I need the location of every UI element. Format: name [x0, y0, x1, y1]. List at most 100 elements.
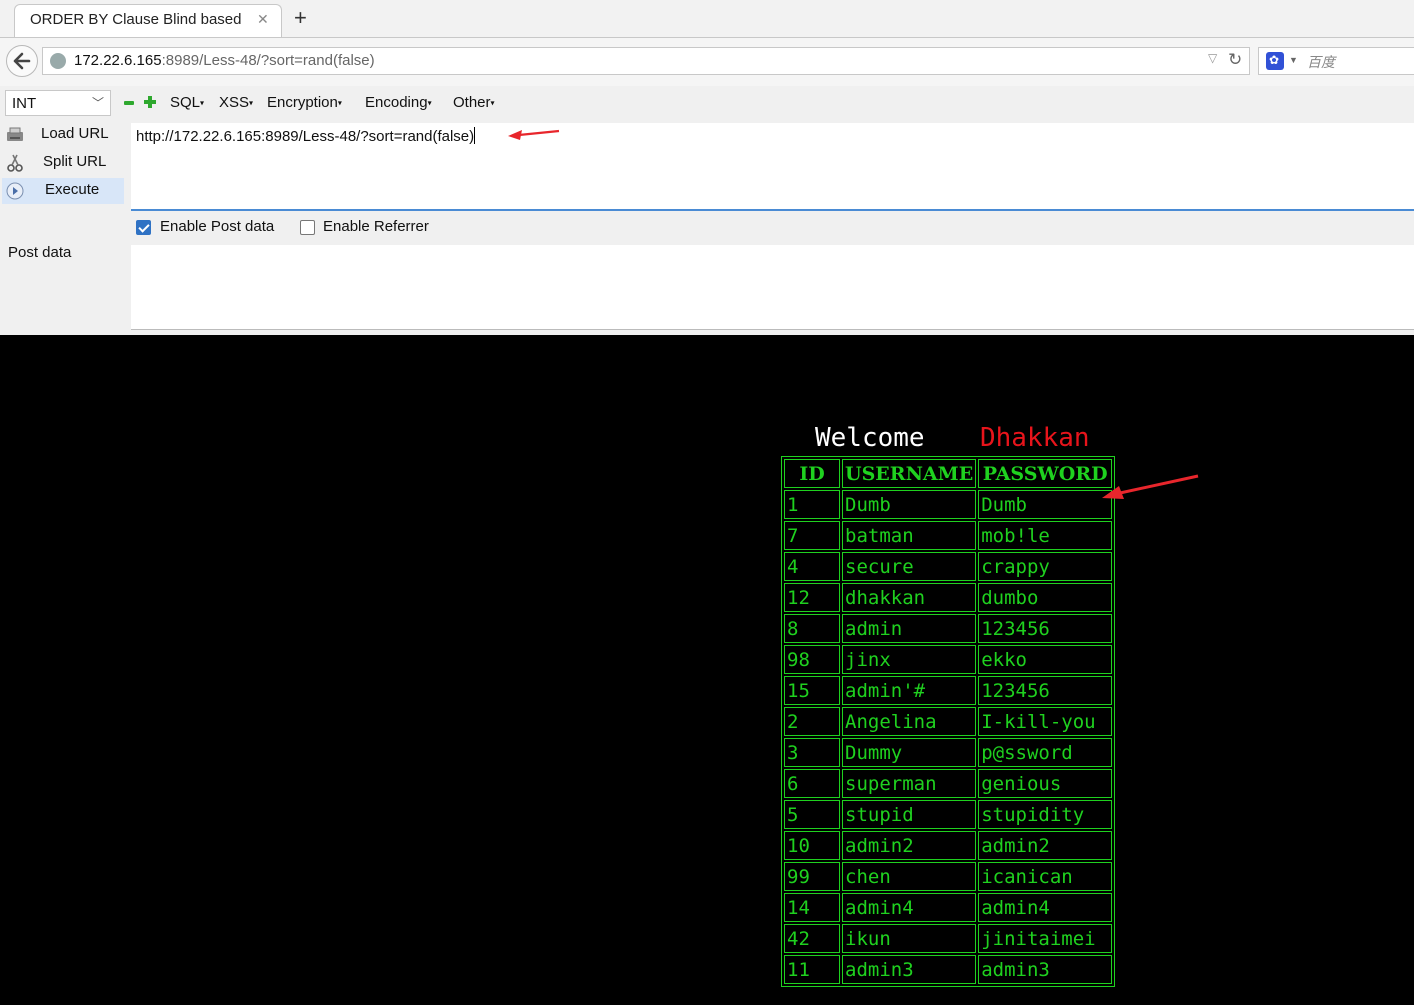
browser-tab[interactable]: ORDER BY Clause Blind based ✕	[14, 4, 282, 37]
back-button[interactable]	[6, 45, 38, 77]
cell-username: stupid	[842, 800, 977, 829]
menu-other[interactable]: Other▾	[453, 94, 495, 111]
cell-id: 6	[784, 769, 840, 798]
cell-username: Dummy	[842, 738, 977, 767]
cell-password: 123456	[978, 676, 1113, 705]
cell-password: genious	[978, 769, 1113, 798]
cell-id: 2	[784, 707, 840, 736]
welcome-text: Welcome	[815, 423, 925, 453]
table-row: 11 admin3 admin3	[784, 955, 1113, 984]
cell-id: 7	[784, 521, 840, 550]
table-row: 98 jinx ekko	[784, 645, 1113, 674]
menu-encoding[interactable]: Encoding▾	[365, 94, 432, 111]
play-icon	[6, 182, 24, 200]
browser-chrome: ORDER BY Clause Blind based ✕ + 172.22.6…	[0, 0, 1414, 335]
increase-icon[interactable]	[144, 96, 156, 108]
cell-id: 12	[784, 583, 840, 612]
address-path: :8989/Less-48/?sort=rand(false)	[161, 52, 375, 69]
table-row: 10 admin2 admin2	[784, 831, 1113, 860]
cell-id: 5	[784, 800, 840, 829]
baidu-search-engine-icon[interactable]: ✿	[1266, 52, 1284, 70]
cell-id: 11	[784, 955, 840, 984]
tab-strip: ORDER BY Clause Blind based ✕ +	[0, 0, 1414, 38]
reload-icon[interactable]: ↻	[1228, 50, 1242, 70]
cell-id: 99	[784, 862, 840, 891]
cell-password: mob!le	[978, 521, 1113, 550]
cell-password: crappy	[978, 552, 1113, 581]
decrease-icon[interactable]	[124, 101, 134, 105]
menu-sql[interactable]: SQL▾	[170, 94, 204, 111]
hackbar-url-text: http://172.22.6.165:8989/Less-48/?sort=r…	[136, 128, 475, 145]
table-row: 99 chen icanican	[784, 862, 1113, 891]
address-bar[interactable]: 172.22.6.165:8989/Less-48/?sort=rand(fal…	[42, 47, 1250, 75]
cell-username: Dumb	[842, 490, 977, 519]
cell-password: icanican	[978, 862, 1113, 891]
enable-referrer-label[interactable]: Enable Referrer	[323, 218, 429, 235]
back-arrow-icon	[13, 52, 31, 70]
cell-id: 42	[784, 924, 840, 953]
tab-title: ORDER BY Clause Blind based	[30, 11, 242, 28]
menu-encryption-label: Encryption	[267, 94, 338, 111]
enable-post-checkbox[interactable]	[136, 220, 151, 235]
search-placeholder: 百度	[1307, 54, 1335, 70]
red-annotation-arrow	[1102, 474, 1199, 499]
cell-username: batman	[842, 521, 977, 550]
column-header-id: ID	[784, 459, 840, 488]
post-data-label: Post data	[8, 244, 72, 261]
cell-id: 3	[784, 738, 840, 767]
table-row: 8 admin 123456	[784, 614, 1113, 643]
load-url-label: Load URL	[41, 125, 109, 142]
load-url-button[interactable]: Load URL	[2, 122, 124, 148]
scissors-icon	[7, 154, 23, 172]
cell-password: Dumb	[978, 490, 1113, 519]
cell-password: admin4	[978, 893, 1113, 922]
menu-xss[interactable]: XSS▾	[219, 94, 253, 111]
cell-password: jinitaimei	[978, 924, 1113, 953]
hackbar-url-input[interactable]: http://172.22.6.165:8989/Less-48/?sort=r…	[131, 123, 1414, 211]
hackbar-toolbar: INT ﹀ SQL▾ XSS▾ Encryption▾ Encoding▾ Ot…	[0, 86, 1414, 122]
split-url-button[interactable]: Split URL	[2, 150, 124, 176]
user-name-text: Dhakkan	[980, 423, 1090, 453]
close-tab-icon[interactable]: ✕	[257, 11, 269, 28]
table-row: 3 Dummy p@ssword	[784, 738, 1113, 767]
users-table: ID USERNAME PASSWORD 1 Dumb Dumb 7 batman mob…	[781, 456, 1116, 987]
execute-label: Execute	[45, 181, 100, 198]
cell-id: 98	[784, 645, 840, 674]
cell-password: admin2	[978, 831, 1113, 860]
enable-post-label[interactable]: Enable Post data	[160, 218, 274, 235]
cell-id: 8	[784, 614, 840, 643]
enable-referrer-checkbox[interactable]	[300, 220, 315, 235]
address-text[interactable]: 172.22.6.165:8989/Less-48/?sort=rand(fal…	[74, 52, 375, 69]
type-select[interactable]: INT ﹀	[5, 90, 111, 116]
red-annotation-arrow	[508, 129, 560, 140]
table-row: 6 superman genious	[784, 769, 1113, 798]
load-url-icon	[7, 127, 23, 141]
table-row: 5 stupid stupidity	[784, 800, 1113, 829]
post-data-input[interactable]	[131, 245, 1414, 330]
cell-username: Angelina	[842, 707, 977, 736]
chevron-down-icon: ﹀	[91, 96, 104, 110]
table-row: 4 secure crappy	[784, 552, 1113, 581]
menu-encryption[interactable]: Encryption▾	[267, 94, 342, 111]
new-tab-icon[interactable]: +	[294, 5, 307, 31]
column-header-password: PASSWORD	[978, 459, 1113, 488]
cell-username: superman	[842, 769, 977, 798]
column-header-username: USERNAME	[842, 459, 977, 488]
cell-id: 15	[784, 676, 840, 705]
table-header-row: ID USERNAME PASSWORD	[784, 459, 1113, 488]
cell-id: 1	[784, 490, 840, 519]
history-dropdown-icon[interactable]: ▽	[1208, 51, 1217, 65]
cell-username: jinx	[842, 645, 977, 674]
execute-button[interactable]: Execute	[2, 178, 124, 204]
type-select-value: INT	[12, 95, 37, 112]
cell-password: 123456	[978, 614, 1113, 643]
search-engine-dropdown-icon[interactable]: ▼	[1289, 55, 1298, 65]
search-box[interactable]: ✿ ▼ 百度	[1258, 47, 1414, 75]
menu-xss-label: XSS	[219, 94, 250, 111]
cell-password: stupidity	[978, 800, 1113, 829]
cell-username: dhakkan	[842, 583, 977, 612]
cell-username: admin'#	[842, 676, 977, 705]
cell-password: dumbo	[978, 583, 1113, 612]
cell-password: I-kill-you	[978, 707, 1113, 736]
cell-id: 4	[784, 552, 840, 581]
